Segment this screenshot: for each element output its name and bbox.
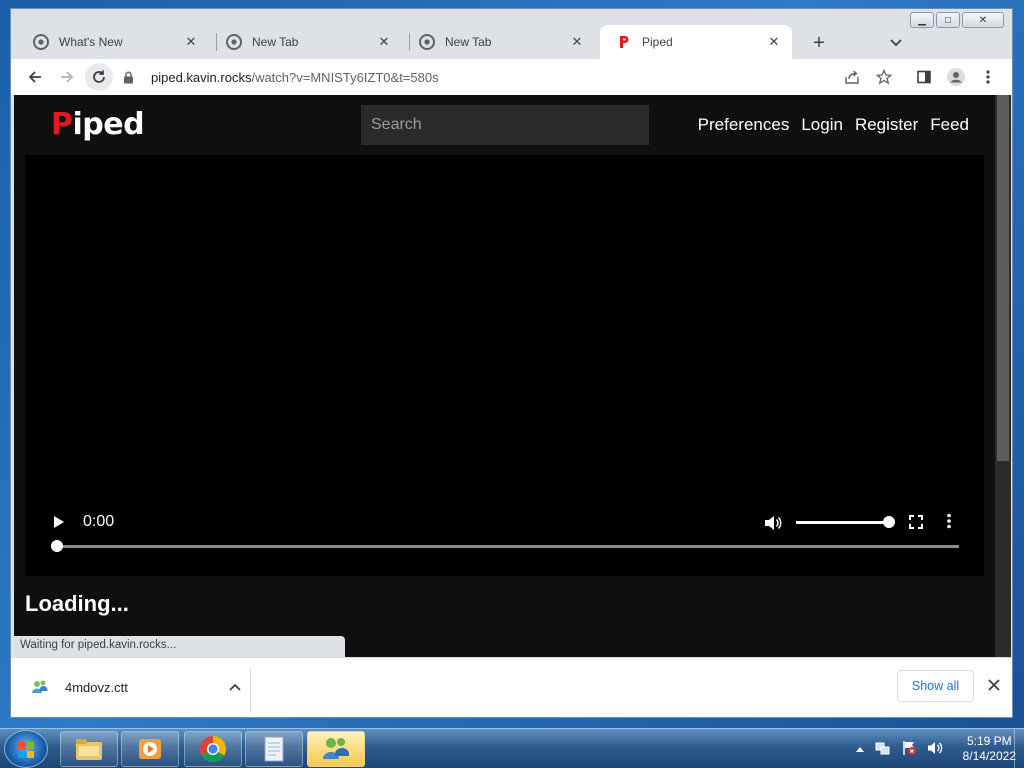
browser-window: ▁ □ ✕ What's New ✕ New Tab ✕ New Tab ✕ P… [10,8,1013,718]
system-tray: 5:19 PM 8/14/2022 [855,729,1016,768]
piped-favicon-icon [616,34,632,50]
scrollbar-thumb[interactable] [997,95,1009,461]
url-host: piped.kavin.rocks [151,69,252,85]
shelf-divider [250,668,251,712]
tab-search-chevron-icon[interactable] [884,31,908,55]
top-nav: Preferences Login Register Feed [698,115,969,135]
media-player-taskbar-icon[interactable] [121,731,179,767]
chrome-icon [419,34,435,50]
explorer-taskbar-icon[interactable] [60,731,118,767]
network-icon[interactable] [875,740,891,759]
nav-register[interactable]: Register [855,115,918,135]
logo-first-letter: P [51,107,73,142]
nav-preferences[interactable]: Preferences [698,115,790,135]
chrome-taskbar-icon[interactable] [184,731,242,767]
bookmark-star-icon[interactable] [870,63,898,91]
toolbar-actions [838,63,1002,91]
clock-date: 8/14/2022 [962,749,1016,763]
fullscreen-icon[interactable] [909,515,923,529]
desktop-edge [0,60,10,80]
tab-new-tab-2[interactable]: New Tab ✕ [403,25,595,59]
tab-close-icon[interactable]: ✕ [766,34,782,50]
action-center-flag-icon[interactable] [901,740,917,759]
chevron-up-icon[interactable] [229,680,241,694]
status-bubble: Waiting for piped.kavin.rocks... [14,636,345,657]
address-bar[interactable]: piped.kavin.rocks /watch?v=MNISTy6IZT0&t… [123,63,844,91]
users-app-taskbar-icon[interactable] [307,731,365,767]
chrome-icon [226,34,242,50]
back-arrow-icon[interactable] [21,63,49,91]
download-item[interactable]: 4mdovz.ctt [31,672,241,702]
start-button[interactable] [4,730,48,768]
piped-logo[interactable]: Piped [51,107,145,142]
more-options-icon[interactable] [947,513,951,529]
users-file-icon [31,679,51,695]
tab-whats-new[interactable]: What's New ✕ [17,25,209,59]
nav-login[interactable]: Login [801,115,843,135]
piped-header: Piped Preferences Login Register Feed [14,95,995,155]
tab-title: New Tab [252,35,299,49]
tab-strip: What's New ✕ New Tab ✕ New Tab ✕ Piped ✕ [11,23,1012,59]
seek-bar[interactable] [56,545,959,548]
browser-toolbar: piped.kavin.rocks /watch?v=MNISTy6IZT0&t… [11,59,1012,95]
taskbar-clock[interactable]: 5:19 PM 8/14/2022 [963,734,1016,764]
speaker-icon[interactable] [927,740,943,759]
profile-avatar-icon[interactable] [942,63,970,91]
nav-feed[interactable]: Feed [930,115,969,135]
menu-kebab-icon[interactable] [974,63,1002,91]
clock-time: 5:19 PM [966,734,1012,748]
volume-slider-thumb[interactable] [883,516,895,528]
search-input[interactable] [361,105,649,145]
windows-logo-icon [18,742,34,758]
chrome-icon [33,34,49,50]
forward-arrow-icon[interactable] [53,63,81,91]
video-title: Loading... [25,591,129,616]
share-icon[interactable] [838,63,866,91]
video-player[interactable]: 0:00 [25,155,984,576]
tab-title: What's New [59,35,123,49]
show-all-button[interactable]: Show all [897,670,974,702]
volume-icon[interactable] [764,515,782,535]
side-panel-icon[interactable] [910,63,938,91]
tray-expand-icon[interactable] [855,742,865,756]
download-file-name: 4mdovz.ctt [65,679,128,695]
player-time: 0:00 [83,513,115,530]
page-viewport: Piped Preferences Login Register Feed 0:… [14,95,995,657]
tab-title: Piped [642,35,673,49]
lock-icon [123,71,137,84]
page-scrollbar[interactable] [995,95,1011,657]
tab-close-icon[interactable]: ✕ [376,34,392,50]
tab-close-icon[interactable]: ✕ [569,34,585,50]
notepad-taskbar-icon[interactable] [245,731,303,767]
tab-close-icon[interactable]: ✕ [183,34,199,50]
shelf-close-icon[interactable] [988,678,1000,695]
download-shelf: 4mdovz.ctt Show all [11,657,1012,717]
tab-new-tab-1[interactable]: New Tab ✕ [210,25,402,59]
windows-taskbar: 5:19 PM 8/14/2022 [0,728,1024,768]
tab-title: New Tab [445,35,492,49]
show-desktop-button[interactable] [1014,729,1024,768]
tab-piped[interactable]: Piped ✕ [600,25,792,59]
seek-bar-thumb[interactable] [51,540,63,552]
new-tab-button[interactable]: + [807,31,831,55]
play-icon[interactable] [53,515,65,532]
url-path: /watch?v=MNISTy6IZT0&t=580s [251,69,439,85]
logo-rest: iped [72,107,145,142]
reload-icon[interactable] [85,63,113,91]
volume-slider[interactable] [796,521,890,524]
